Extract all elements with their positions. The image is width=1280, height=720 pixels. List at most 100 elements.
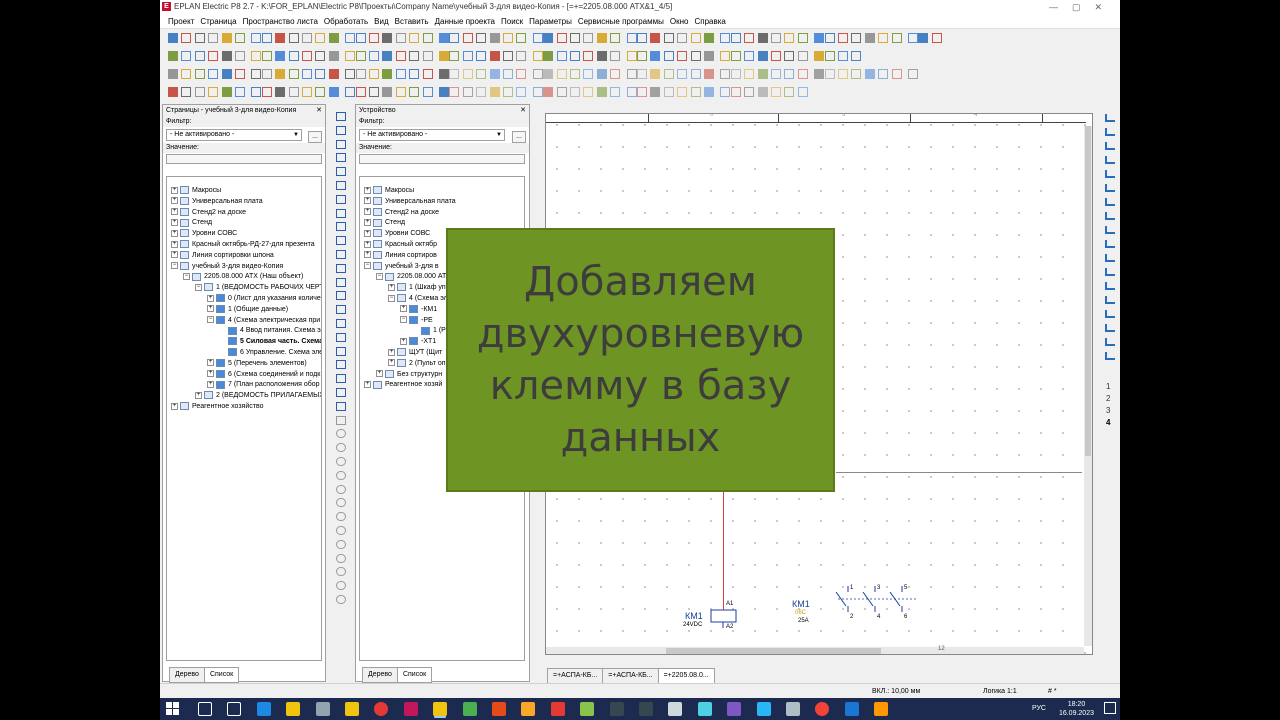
menu-insert[interactable]: Вставить — [395, 17, 429, 26]
toolbar-button-icon[interactable] — [476, 33, 487, 43]
page-number[interactable]: 3 — [1106, 406, 1110, 415]
toolbar-button-icon[interactable] — [690, 33, 701, 43]
toolbar-button-icon[interactable] — [730, 51, 741, 61]
toolbar-button-icon[interactable] — [462, 33, 473, 43]
expand-toggle-icon[interactable]: + — [388, 359, 395, 367]
toolbar-button-icon[interactable] — [704, 69, 714, 79]
toolbar-button-icon[interactable] — [583, 87, 594, 97]
toolbar-button-icon[interactable] — [556, 87, 567, 97]
connection-tool-icon[interactable] — [1105, 240, 1115, 248]
drawing-tool-icon[interactable] — [336, 553, 346, 563]
drawing-tool-icon[interactable] — [336, 291, 346, 301]
toolbar-button-icon[interactable] — [315, 33, 326, 43]
notification-icon[interactable] — [1104, 702, 1116, 714]
tree-item[interactable]: +4 Ввод питания. Схема эл — [219, 325, 321, 336]
drawing-tool-icon[interactable] — [336, 125, 346, 135]
toolbar-button-icon[interactable] — [543, 51, 554, 61]
tree-item[interactable]: − 4 (Схема электрическая при — [207, 315, 320, 326]
tab-tree[interactable]: Дерево — [362, 667, 398, 683]
toolbar-button-icon[interactable] — [235, 69, 245, 79]
tree-item[interactable]: + Без структурн — [376, 369, 442, 380]
toolbar-button-icon[interactable] — [345, 51, 356, 61]
tab-list[interactable]: Список — [203, 667, 240, 683]
expand-toggle-icon[interactable]: + — [388, 348, 395, 356]
toolbar-button-icon[interactable] — [261, 87, 272, 97]
toolbar-button-icon[interactable] — [570, 33, 580, 43]
toolbar-button-icon[interactable] — [516, 33, 527, 43]
toolbar-button-icon[interactable] — [275, 33, 286, 43]
toolbar-button-icon[interactable] — [503, 87, 513, 97]
expand-toggle-icon[interactable]: + — [207, 294, 214, 302]
toolbar-button-icon[interactable] — [650, 69, 661, 79]
toolbar-button-icon[interactable] — [851, 51, 862, 61]
drawing-tool-icon[interactable] — [336, 401, 346, 411]
drawing-tool-icon[interactable] — [336, 346, 346, 356]
tree-item[interactable]: +7 (План расположения обор — [207, 379, 320, 390]
toolbar-button-icon[interactable] — [251, 51, 262, 61]
toolbar-button-icon[interactable] — [610, 69, 621, 79]
expand-toggle-icon[interactable]: + — [207, 305, 214, 313]
taskbar-app-icon[interactable] — [639, 702, 653, 716]
toolbar-button-icon[interactable] — [771, 33, 781, 43]
close-icon[interactable]: ✕ — [316, 105, 322, 117]
toolbar-button-icon[interactable] — [439, 87, 449, 97]
connection-tool-icon[interactable] — [1105, 324, 1115, 332]
connection-tool-icon[interactable] — [1105, 184, 1115, 192]
taskbar-app-icon[interactable] — [315, 702, 330, 716]
expand-toggle-icon[interactable]: + — [376, 370, 383, 378]
drawing-tool-icon[interactable] — [336, 153, 346, 163]
tree-item[interactable]: + Универсальная плата — [171, 196, 263, 207]
toolbar-button-icon[interactable] — [503, 69, 513, 79]
expand-toggle-icon[interactable]: − — [388, 294, 395, 302]
pages-value-input[interactable] — [166, 154, 322, 164]
toolbar-button-icon[interactable] — [221, 69, 232, 79]
taskbar-app-icon[interactable] — [609, 702, 624, 716]
toolbar-button-icon[interactable] — [532, 69, 543, 79]
toolbar-button-icon[interactable] — [382, 87, 393, 97]
menu-search[interactable]: Поиск — [501, 17, 523, 26]
toolbar-button-icon[interactable] — [355, 33, 366, 43]
toolbar-button-icon[interactable] — [439, 51, 449, 61]
clock[interactable]: 18:20 16.09.2023 — [1059, 700, 1094, 718]
toolbar-button-icon[interactable] — [690, 51, 701, 61]
toolbar-button-icon[interactable] — [369, 87, 379, 97]
taskbar-app-icon[interactable] — [727, 702, 742, 716]
toolbar-button-icon[interactable] — [369, 51, 379, 61]
toolbar-button-icon[interactable] — [543, 33, 554, 43]
toolbar-button-icon[interactable] — [328, 69, 339, 79]
toolbar-button-icon[interactable] — [690, 87, 701, 97]
tree-item[interactable]: + ЩУТ (Щит — [388, 347, 442, 358]
toolbar-button-icon[interactable] — [677, 33, 688, 43]
connection-tool-icon[interactable] — [1105, 114, 1115, 122]
toolbar-button-icon[interactable] — [315, 69, 326, 79]
page-number[interactable]: 2 — [1106, 394, 1110, 403]
expand-toggle-icon[interactable]: + — [171, 229, 178, 237]
tree-item[interactable]: + -КМ1 — [400, 304, 437, 315]
toolbar-button-icon[interactable] — [489, 87, 500, 97]
expand-toggle-icon[interactable]: − — [207, 316, 214, 324]
tree-item[interactable]: − 4 (Схема эл — [388, 293, 448, 304]
taskbar-app-icon[interactable] — [844, 702, 859, 716]
toolbar-button-icon[interactable] — [610, 87, 621, 97]
toolbar-button-icon[interactable] — [891, 33, 902, 43]
toolbar-button-icon[interactable] — [288, 87, 299, 97]
toolbar-button-icon[interactable] — [626, 33, 637, 43]
drawing-tool-icon[interactable] — [336, 305, 346, 315]
taskbar-app-icon[interactable] — [345, 702, 359, 716]
windows-start-icon[interactable] — [166, 702, 179, 715]
toolbar-button-icon[interactable] — [784, 51, 795, 61]
toolbar-button-icon[interactable] — [596, 51, 607, 61]
drawing-tool-icon[interactable] — [336, 332, 346, 342]
toolbar-button-icon[interactable] — [489, 69, 500, 79]
toolbar-button-icon[interactable] — [409, 33, 420, 43]
toolbar-button-icon[interactable] — [626, 51, 637, 61]
connection-tool-icon[interactable] — [1105, 156, 1115, 164]
toolbar-button-icon[interactable] — [462, 69, 473, 79]
taskbar-app-icon[interactable] — [668, 702, 683, 716]
tree-item[interactable]: + Универсальная плата — [364, 196, 456, 207]
toolbar-button-icon[interactable] — [677, 87, 688, 97]
tree-item[interactable]: + Линия сортиров — [364, 250, 437, 261]
taskbar-app-icon[interactable] — [786, 702, 800, 716]
toolbar-button-icon[interactable] — [328, 33, 339, 43]
toolbar-button-icon[interactable] — [194, 33, 205, 43]
